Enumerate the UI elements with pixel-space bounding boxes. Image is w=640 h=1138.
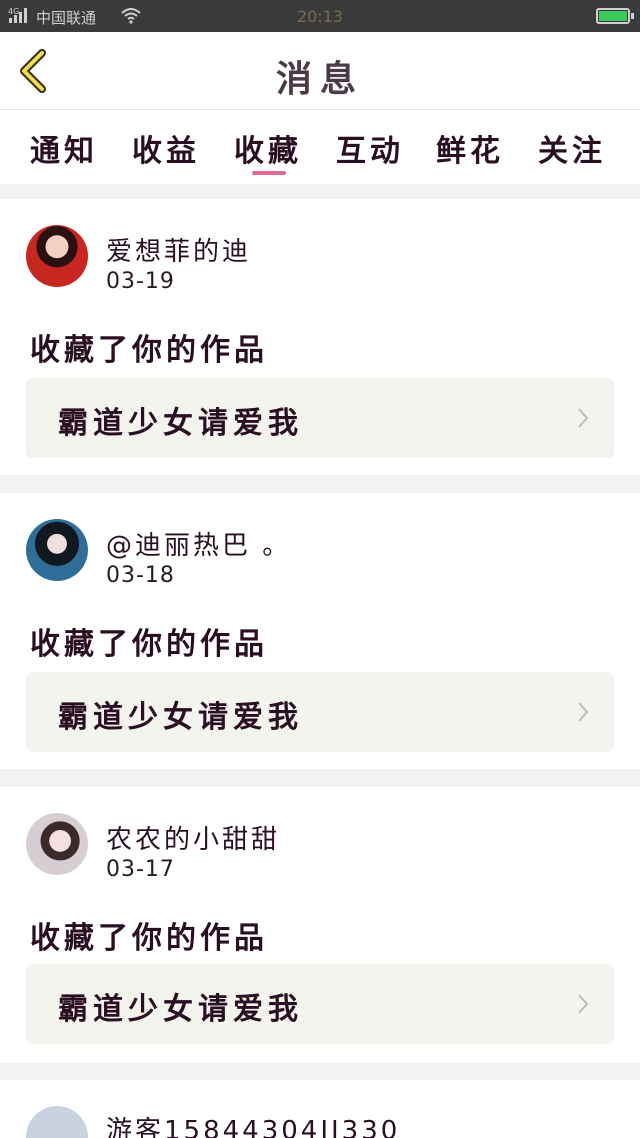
avatar[interactable] — [26, 225, 88, 287]
notification-card: @迪丽热巴 。 03-18 收藏了你的作品 霸道少女请爱我 — [0, 493, 640, 769]
tab-flowers[interactable]: 鲜花 — [436, 126, 504, 170]
chevron-right-icon — [578, 994, 589, 1014]
timestamp: 03-17 — [106, 857, 175, 882]
status-time: 20:13 — [296, 7, 344, 26]
page-title: 消息 — [275, 59, 364, 100]
notification-card: 游客15844304II330 — [0, 1080, 640, 1138]
tab-interactions[interactable]: 互动 — [336, 126, 404, 170]
tab-favorites[interactable]: 收藏 — [234, 126, 302, 170]
top-nav-bar: 消息 — [0, 32, 640, 110]
work-title: 霸道少女请爱我 — [58, 700, 303, 735]
active-tab-indicator — [252, 171, 286, 175]
username[interactable]: 游客15844304II330 — [106, 1110, 400, 1138]
username[interactable]: 农农的小甜甜 — [106, 819, 280, 856]
username[interactable]: 爱想菲的迪 — [106, 231, 251, 268]
timestamp: 03-18 — [106, 563, 175, 588]
notification-card: 爱想菲的迪 03-19 收藏了你的作品 霸道少女请爱我 — [0, 199, 640, 475]
tab-bar: 通知 收益 收藏 互动 鲜花 关注 — [0, 110, 640, 184]
battery-charging-icon — [596, 8, 634, 24]
work-title: 霸道少女请爱我 — [58, 992, 303, 1027]
chevron-right-icon — [578, 702, 589, 722]
notification-card: 农农的小甜甜 03-17 收藏了你的作品 霸道少女请爱我 — [0, 787, 640, 1063]
timestamp: 03-19 — [106, 269, 175, 294]
tab-notifications[interactable]: 通知 — [30, 126, 98, 170]
work-link[interactable]: 霸道少女请爱我 — [26, 672, 614, 752]
chevron-right-icon — [578, 408, 589, 428]
status-bar: 4G 中国联通 20:13 — [0, 0, 640, 32]
work-title: 霸道少女请爱我 — [58, 406, 303, 441]
activity-text: 收藏了你的作品 — [30, 921, 268, 956]
avatar[interactable] — [26, 519, 88, 581]
username[interactable]: @迪丽热巴 。 — [106, 525, 291, 562]
avatar[interactable] — [26, 813, 88, 875]
activity-text: 收藏了你的作品 — [30, 333, 268, 368]
activity-text: 收藏了你的作品 — [30, 627, 268, 662]
tab-following[interactable]: 关注 — [538, 126, 606, 170]
work-link[interactable]: 霸道少女请爱我 — [26, 378, 614, 458]
tab-earnings[interactable]: 收益 — [132, 126, 200, 170]
work-link[interactable]: 霸道少女请爱我 — [26, 964, 614, 1044]
avatar[interactable] — [26, 1106, 88, 1138]
